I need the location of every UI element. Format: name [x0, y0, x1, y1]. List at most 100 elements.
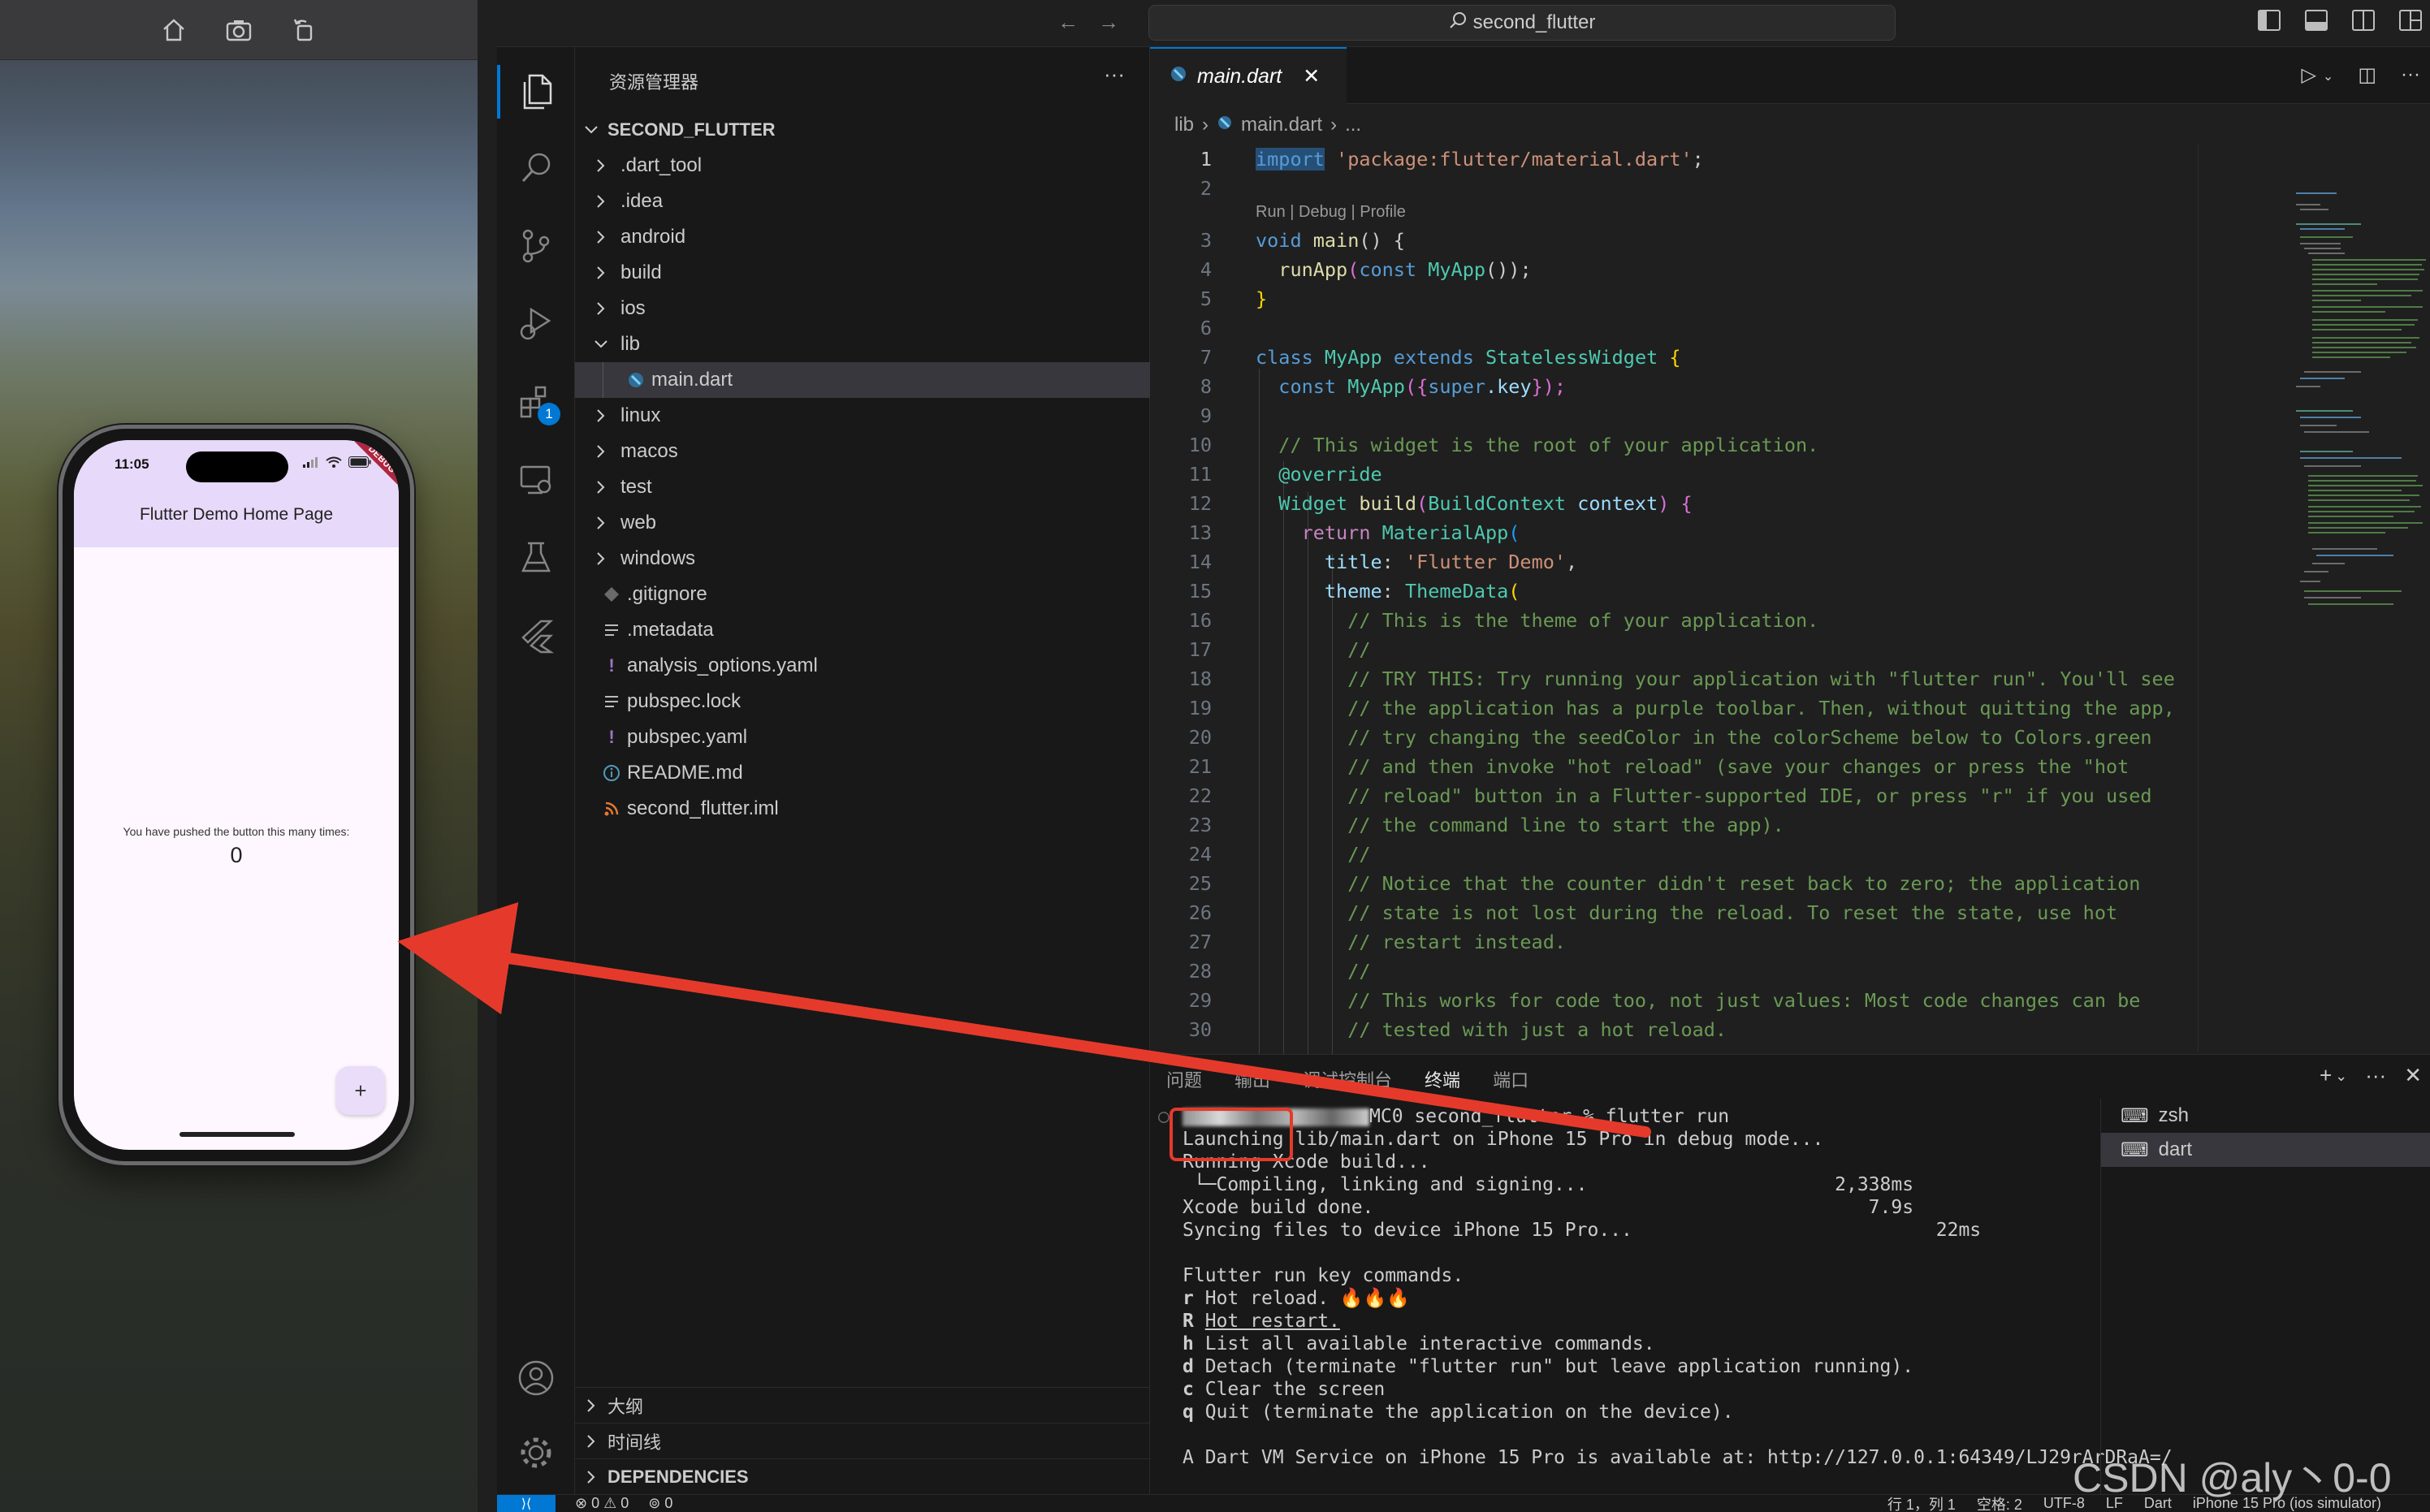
timeline-section[interactable]: 时间线: [575, 1423, 1150, 1458]
rotate-icon[interactable]: [286, 12, 322, 48]
folder-item[interactable]: build: [575, 255, 1150, 291]
workspace-root[interactable]: SECOND_FLUTTER: [575, 112, 1150, 148]
minimap-preview: [2296, 192, 2426, 605]
ports-status[interactable]: ⊚ 0: [648, 1495, 672, 1512]
forward-arrow-icon[interactable]: →: [1098, 10, 1119, 35]
folder-item[interactable]: lib: [575, 326, 1150, 362]
text-file-icon: [601, 694, 622, 709]
more-actions-icon[interactable]: ···: [2365, 1063, 2386, 1088]
folder-item[interactable]: ios: [575, 291, 1150, 326]
folder-item[interactable]: .idea: [575, 184, 1150, 219]
breadcrumb-folder[interactable]: lib: [1174, 114, 1194, 136]
file-item[interactable]: main.dart: [575, 362, 1150, 398]
toggle-secondary-sidebar-icon[interactable]: [2352, 10, 2375, 31]
folder-item[interactable]: linux: [575, 398, 1150, 434]
code-line: 8 const MyApp({super.key});: [1200, 375, 1567, 398]
code-line: 24 //: [1188, 843, 1371, 866]
source-control-icon[interactable]: [497, 210, 575, 283]
outline-section[interactable]: 大纲: [575, 1387, 1150, 1423]
terminal-line: Flutter run key commands.: [1183, 1265, 1464, 1286]
file-item[interactable]: ! analysis_options.yaml: [575, 648, 1150, 684]
code-line: 3 void main() {: [1200, 229, 1405, 252]
tree-item-label: .idea: [620, 190, 664, 212]
tab-output[interactable]: 输出: [1234, 1066, 1270, 1100]
screenshot-icon[interactable]: [221, 12, 257, 48]
app-title: Flutter Demo Home Page: [139, 505, 334, 524]
breadcrumb-file[interactable]: main.dart: [1241, 114, 1322, 136]
folder-item[interactable]: test: [575, 469, 1150, 505]
chevron-down-icon[interactable]: ⌄: [2323, 68, 2333, 87]
folder-item[interactable]: android: [575, 219, 1150, 255]
code-line: 7 class MyApp extends StatelessWidget {: [1200, 346, 1681, 369]
folder-item[interactable]: web: [575, 505, 1150, 541]
file-item[interactable]: README.md: [575, 755, 1150, 791]
back-arrow-icon[interactable]: ←: [1057, 10, 1079, 35]
terminal-key-line: d Detach (terminate "flutter run" but le…: [1183, 1356, 1914, 1377]
file-item[interactable]: pubspec.lock: [575, 684, 1150, 719]
tab-terminal[interactable]: 终端: [1425, 1066, 1461, 1100]
problems-status[interactable]: ⊗ 0 ⚠ 0: [575, 1495, 629, 1512]
search-icon: [1449, 11, 1467, 35]
terminal-output[interactable]: ○ MC0 second_flutter % flutter run Launch…: [1158, 1105, 2255, 1495]
code-lens[interactable]: Run | Debug | Profile: [1150, 200, 2198, 224]
chevron-down-icon[interactable]: ⌄: [2335, 1068, 2347, 1088]
chevron-right-icon: [593, 158, 609, 174]
code-line: 16 // This is the theme of your applicat…: [1188, 609, 1819, 632]
terminal-key-line: c Clear the screen: [1183, 1379, 1386, 1400]
file-item[interactable]: ! pubspec.yaml: [575, 719, 1150, 755]
remote-explorer-icon[interactable]: [497, 443, 575, 516]
tab-problems[interactable]: 问题: [1166, 1066, 1202, 1100]
code-line: 14 title: 'Flutter Demo',: [1188, 551, 1578, 573]
explorer-icon[interactable]: [497, 55, 575, 128]
run-debug-icon[interactable]: [497, 287, 575, 361]
tab-ports[interactable]: 端口: [1493, 1066, 1528, 1100]
remote-indicator-icon[interactable]: ⟩⟨: [497, 1494, 556, 1512]
cursor-position[interactable]: 行 1，列 1: [1887, 1493, 1956, 1512]
chevron-right-icon: [593, 443, 609, 460]
search-icon[interactable]: [497, 132, 575, 205]
more-actions-icon[interactable]: ···: [1104, 62, 1125, 87]
run-icon[interactable]: ▷: [2301, 63, 2315, 87]
tab-main-dart[interactable]: main.dart ✕: [1150, 47, 1347, 104]
toggle-panel-icon[interactable]: [2305, 10, 2328, 31]
workspace-root-label: SECOND_FLUTTER: [608, 119, 776, 140]
tab-debug-console[interactable]: 调试控制台: [1303, 1066, 1392, 1100]
new-terminal-icon[interactable]: +: [2320, 1063, 2332, 1088]
code-editor[interactable]: 1 import 'package:flutter/material.dart';…: [1150, 145, 2198, 1054]
code-line: 4 runApp(const MyApp());: [1200, 258, 1532, 281]
customize-layout-icon[interactable]: [2399, 10, 2422, 31]
terminal-item-dart[interactable]: ⌨ dart: [2101, 1133, 2430, 1167]
settings-gear-icon[interactable]: [497, 1416, 575, 1489]
folder-item[interactable]: .dart_tool: [575, 148, 1150, 184]
terminal-item-zsh[interactable]: ⌨ zsh: [2101, 1099, 2430, 1133]
terminal-list: ⌨ zsh ⌨ dart: [2100, 1099, 2430, 1495]
flutter-icon[interactable]: [497, 599, 575, 672]
close-icon[interactable]: ✕: [1303, 64, 1320, 89]
chevron-right-icon: [583, 1433, 599, 1449]
indent-status[interactable]: 空格: 2: [1977, 1493, 2022, 1512]
toggle-primary-sidebar-icon[interactable]: [2258, 10, 2281, 31]
file-item[interactable]: .gitignore: [575, 577, 1150, 612]
file-item[interactable]: .metadata: [575, 612, 1150, 648]
folder-item[interactable]: windows: [575, 541, 1150, 577]
accounts-icon[interactable]: [497, 1341, 575, 1415]
code-line: 11 @override: [1188, 463, 1382, 486]
tree-item-label: linux: [620, 404, 661, 426]
file-item[interactable]: second_flutter.iml: [575, 791, 1150, 827]
extensions-icon[interactable]: 1: [497, 365, 575, 438]
testing-icon[interactable]: [497, 521, 575, 594]
wifi-icon: [326, 456, 342, 472]
breadcrumb-symbol[interactable]: ...: [1345, 114, 1361, 136]
minimap[interactable]: [2198, 143, 2430, 1052]
split-editor-icon[interactable]: ◫: [2358, 63, 2376, 87]
command-center-search[interactable]: second_flutter: [1148, 5, 1896, 41]
folder-item[interactable]: macos: [575, 434, 1150, 469]
chevron-down-icon: [593, 336, 609, 352]
home-icon[interactable]: [156, 12, 192, 48]
close-panel-icon[interactable]: ✕: [2404, 1063, 2422, 1088]
outline-label: 大纲: [608, 1396, 644, 1417]
more-actions-icon[interactable]: ···: [2401, 63, 2420, 87]
increment-fab[interactable]: +: [336, 1066, 385, 1115]
dependencies-section[interactable]: DEPENDENCIES: [575, 1458, 1150, 1494]
